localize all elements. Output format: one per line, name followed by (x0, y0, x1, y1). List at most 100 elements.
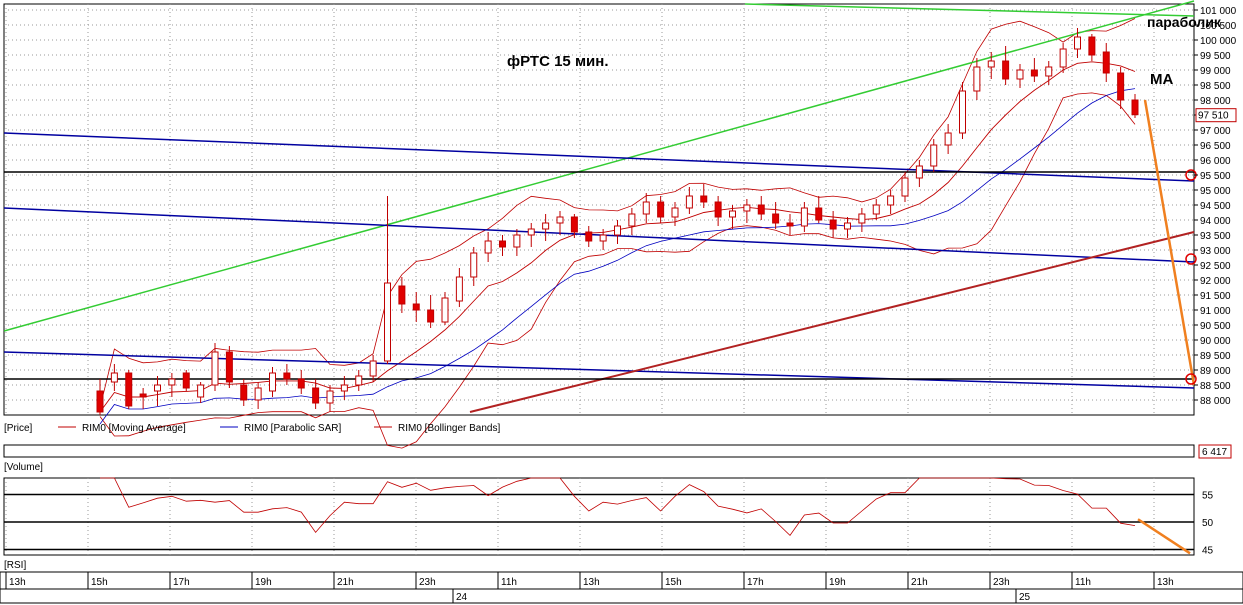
price-tick-label: 98 500 (1200, 81, 1231, 92)
price-tick-label: 91 000 (1200, 306, 1231, 317)
candle-body (139, 393, 147, 398)
candle-body (1002, 60, 1010, 80)
candle-body (930, 144, 938, 167)
candle-body (1074, 36, 1081, 50)
hour-tick-label: 21h (911, 577, 928, 588)
candle-body (1131, 99, 1139, 116)
candle-body (700, 195, 708, 203)
candle-body (527, 228, 535, 236)
hour-tick-label: 11h (501, 577, 517, 588)
hour-tick-label: 19h (255, 577, 272, 588)
hour-tick-label: 21h (337, 577, 354, 588)
candle-body (326, 390, 334, 404)
hour-tick-label: 17h (747, 577, 764, 588)
price-tick-label: 89 500 (1200, 351, 1231, 362)
candle-body (987, 60, 995, 68)
candle-body (441, 297, 449, 323)
price-tick-label: 97 000 (1200, 126, 1231, 137)
price-tick-label: 96 500 (1200, 141, 1231, 152)
candle-body (714, 201, 722, 218)
price-tick-label: 90 500 (1200, 321, 1231, 332)
price-tick-label: 100 000 (1200, 36, 1237, 47)
last-price-label: 97 510 (1198, 111, 1229, 122)
legend-bb-label: RIM0 [Bollinger Bands] (398, 423, 500, 434)
candle-body (858, 213, 866, 224)
rsi-panel-label: [RSI] (4, 560, 26, 571)
legend-ma-label: RIM0 [Moving Average] (82, 423, 186, 434)
candle-body (412, 303, 420, 311)
candle-body (786, 222, 794, 227)
candle-body (384, 282, 391, 362)
ma-annotation: MA (1150, 71, 1173, 88)
candle-body (340, 384, 348, 392)
trading-chart: 45 50 55 13h 15h 17h 19h 21h 23h 11h 13h 15h 17h 19h… (0, 0, 1243, 604)
price-tick-label: 91 500 (1200, 291, 1231, 302)
candle-body (959, 90, 966, 134)
volume-panel-label: [Volume] (4, 462, 43, 473)
parabolic-annotation: параболик (1147, 14, 1222, 30)
candle-body (312, 387, 320, 404)
hour-tick-label: 11h (1075, 577, 1091, 588)
candle-body (1045, 66, 1053, 77)
price-tick-label: 88 500 (1200, 381, 1231, 392)
price-tick-label: 98 000 (1200, 96, 1231, 107)
candle-body (671, 207, 679, 218)
price-tick-label: 89 000 (1200, 366, 1231, 377)
candle-body (197, 384, 205, 398)
date-label: 25 (1019, 592, 1031, 603)
candle-body (642, 201, 650, 215)
candle-body (844, 222, 851, 230)
hour-tick-label: 15h (91, 577, 108, 588)
candle-body (254, 387, 262, 401)
rsi-tick-label: 45 (1202, 546, 1214, 557)
rsi-panel-frame (3, 477, 1195, 556)
candle-body (570, 216, 578, 233)
chart-title: фРТС 15 мин. (507, 53, 609, 70)
hour-tick-label: 19h (829, 577, 846, 588)
candle-body (211, 351, 219, 386)
candle-body (743, 204, 751, 212)
candle-body (872, 204, 880, 215)
candle-body (398, 285, 406, 305)
candle-body (154, 384, 161, 392)
candle-body (225, 351, 233, 383)
price-tick-label: 92 500 (1200, 261, 1231, 272)
candle-body (455, 276, 463, 302)
candle-body (513, 234, 521, 248)
price-tick-label: 99 000 (1200, 66, 1231, 77)
candle-body (585, 231, 593, 242)
candle-body (657, 201, 665, 218)
hour-tick-label: 23h (993, 577, 1010, 588)
date-axis-frame (0, 588, 1243, 604)
candle-body (182, 372, 190, 389)
candle-body (915, 165, 923, 179)
hour-tick-label: 23h (419, 577, 436, 588)
candle-body (542, 222, 550, 230)
candle-body (800, 207, 808, 227)
hour-tick-label: 13h (1157, 577, 1174, 588)
date-label: 24 (456, 592, 468, 603)
price-tick-label: 94 500 (1200, 201, 1231, 212)
candle-body (355, 375, 363, 386)
hour-tick-label: 13h (583, 577, 600, 588)
candle-body (499, 240, 506, 248)
legend-sar-label: RIM0 [Parabolic SAR] (244, 423, 341, 434)
candle-body (829, 219, 837, 230)
price-tick-label: 93 000 (1200, 246, 1231, 257)
candle-body (614, 225, 621, 236)
price-tick-label: 95 500 (1200, 171, 1231, 182)
price-tick-label: 96 000 (1200, 156, 1231, 167)
candle-body (297, 378, 305, 389)
candle-body (772, 213, 780, 224)
hour-tick-label: 17h (173, 577, 190, 588)
rsi-tick-label: 50 (1202, 518, 1214, 529)
price-tick-label: 93 500 (1200, 231, 1231, 242)
price-tick-label: 94 000 (1200, 216, 1231, 227)
candle-body (685, 195, 693, 209)
candle-body (240, 384, 248, 401)
candle-body (1016, 69, 1024, 80)
rsi-tick-label: 55 (1202, 491, 1214, 502)
candle-body (628, 213, 636, 227)
candle-body (729, 210, 736, 218)
legend: RIM0 [Moving Average] RIM0 [Parabolic SA… (58, 423, 500, 434)
